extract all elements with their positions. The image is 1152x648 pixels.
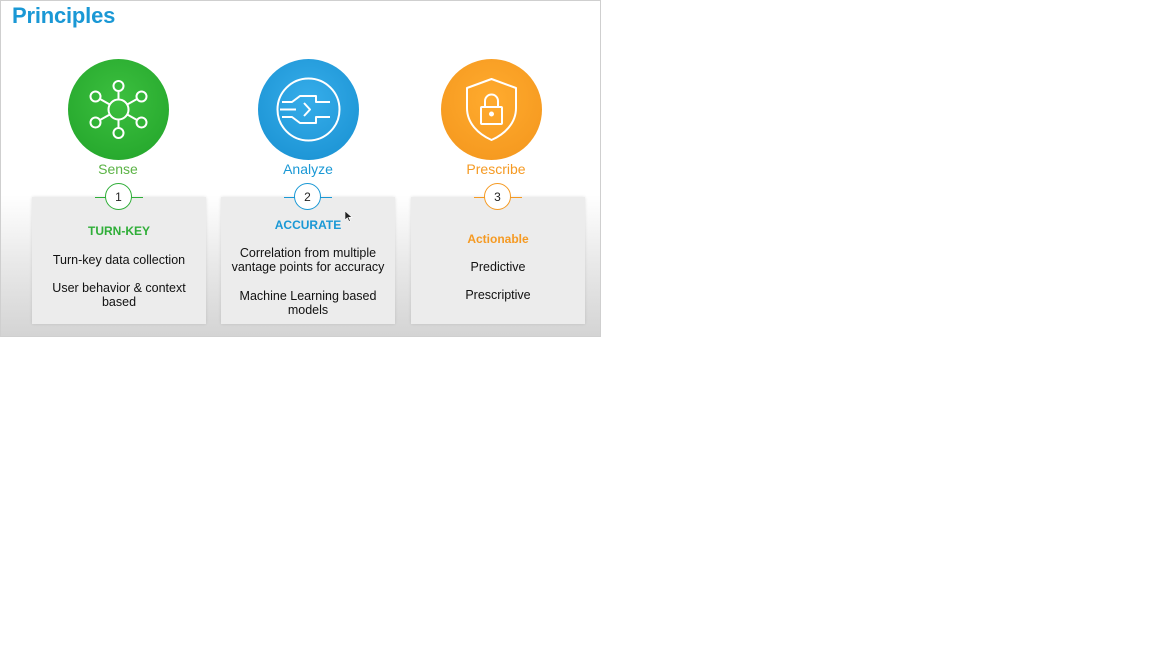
stage-label-sense: Sense (98, 161, 138, 177)
card-item: User behavior & context based (52, 281, 186, 309)
stage-label-analyze: Analyze (283, 161, 333, 177)
card-item: Predictive (470, 260, 526, 274)
card-item: Prescriptive (465, 288, 531, 302)
principles-slide: Principles Sense 1 TURN-KEY Turn-key dat… (0, 0, 601, 337)
card-heading-accurate: ACCURATE (274, 218, 342, 232)
prescribe-circle (441, 59, 542, 160)
analyze-circle (258, 59, 359, 160)
step-number-3: 3 (484, 183, 511, 210)
card-heading-actionable: Actionable (467, 232, 529, 246)
slide-title: Principles (12, 3, 116, 28)
card-item: Turn-key data collection (52, 253, 186, 267)
mouse-cursor-icon (344, 209, 353, 227)
card-item: Correlation from multiple vantage points… (231, 246, 385, 274)
card-heading-turn-key: TURN-KEY (88, 224, 150, 238)
stage-label-prescribe: Prescribe (466, 161, 526, 177)
step-number-1: 1 (105, 183, 132, 210)
step-number-2: 2 (294, 183, 321, 210)
sense-circle (68, 59, 169, 160)
card-item: Machine Learning based models (239, 289, 377, 317)
